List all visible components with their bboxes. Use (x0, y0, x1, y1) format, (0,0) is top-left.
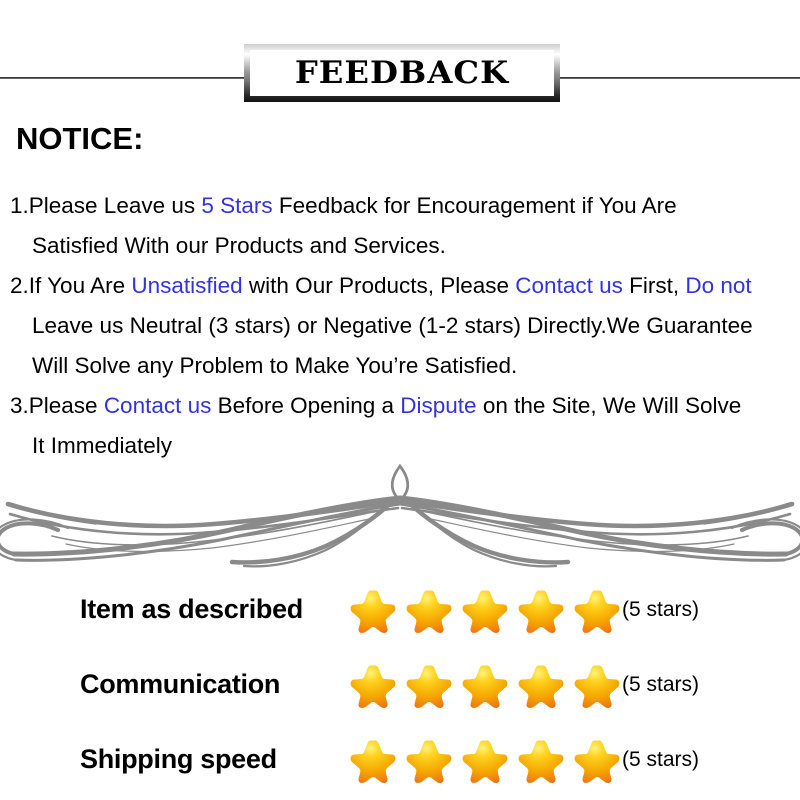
divider-rule-right (558, 77, 800, 79)
rating-label: Shipping speed (80, 744, 277, 774)
notice-highlight-text: Contact us (515, 273, 623, 298)
notice-line: Satisfied With our Products and Services… (10, 226, 800, 266)
star-icon[interactable] (574, 737, 620, 783)
star-count-note: (5 stars) (622, 747, 700, 771)
star-icon[interactable] (518, 587, 564, 633)
feedback-banner-inner: FEEDBACK (250, 50, 554, 96)
rating-label: Item as described (80, 594, 304, 624)
notice-line: Will Solve any Problem to Make You’re Sa… (10, 346, 800, 386)
rating-row: Item as described (5 stars) (0, 572, 800, 647)
notice-text: 3.Please (10, 393, 104, 418)
notice-line: 1.Please Leave us 5 Stars Feedback for E… (10, 186, 800, 226)
notice-heading: NOTICE: (16, 121, 144, 156)
star-icon[interactable] (406, 737, 452, 783)
star-icon[interactable] (574, 587, 620, 633)
star-icon[interactable] (518, 737, 564, 783)
star-icon[interactable] (462, 587, 508, 633)
star-rating[interactable] (350, 737, 620, 783)
star-icon[interactable] (462, 662, 508, 708)
ratings-section: Item as described (5 stars) Communication (… (0, 572, 800, 797)
star-rating[interactable] (350, 662, 620, 708)
notice-line: 3.Please Contact us Before Opening a Dis… (10, 386, 800, 426)
notice-text: Feedback for Encouragement if You Are (272, 193, 677, 218)
rating-label: Communication (80, 669, 281, 699)
star-icon[interactable] (518, 662, 564, 708)
feedback-banner-frame: FEEDBACK (244, 44, 560, 102)
feedback-banner-zone: FEEDBACK (0, 0, 800, 108)
star-icon[interactable] (406, 662, 452, 708)
star-icon[interactable] (462, 737, 508, 783)
notice-text: 1.Please Leave us (10, 193, 202, 218)
rating-row: Shipping speed (5 stars) (0, 722, 800, 797)
notice-text: First, (622, 273, 686, 298)
notice-highlight-text: Unsatisfied (131, 273, 243, 298)
notice-highlight-text: Dispute (400, 393, 477, 418)
notice-highlight-text: Do not (685, 273, 752, 298)
notice-text: 2.If You Are (10, 273, 132, 298)
rating-row: Communication (5 stars) (0, 647, 800, 722)
notice-line: 2.If You Are Unsatisfied with Our Produc… (10, 266, 800, 306)
star-icon[interactable] (406, 587, 452, 633)
notice-list: 1.Please Leave us 5 Stars Feedback for E… (10, 186, 800, 466)
notice-text: Will Solve any Problem to Make You’re Sa… (32, 353, 518, 378)
notice-text: It Immediately (32, 433, 173, 458)
divider-rule-left (0, 77, 246, 79)
star-icon[interactable] (350, 737, 396, 783)
feedback-banner-title: FEEDBACK (294, 54, 510, 91)
notice-text: on the Site, We Will Solve (476, 393, 742, 418)
notice-highlight-text: Contact us (103, 393, 212, 418)
star-icon[interactable] (350, 587, 396, 633)
star-rating[interactable] (350, 587, 620, 633)
star-icon[interactable] (574, 662, 620, 708)
notice-text: Satisfied With our Products and Services… (32, 233, 446, 258)
star-count-note: (5 stars) (622, 672, 700, 696)
notice-text: Before Opening a (211, 393, 401, 418)
notice-highlight-text: 5 Stars (201, 193, 273, 218)
notice-line: Leave us Neutral (3 stars) or Negative (… (10, 306, 800, 346)
decorative-flourish-divider (0, 458, 800, 568)
star-count-note: (5 stars) (622, 597, 700, 621)
notice-text: Leave us Neutral (3 stars) or Negative (… (32, 313, 753, 338)
notice-text: with Our Products, Please (242, 273, 516, 298)
star-icon[interactable] (350, 662, 396, 708)
